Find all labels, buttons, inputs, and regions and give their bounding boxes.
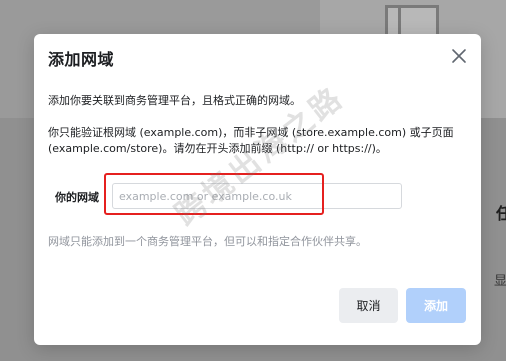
add-domain-dialog: 添加网域 添加你要关联到商务管理平台，且格式正确的网域。 你只能验证根网域 (e… — [34, 34, 481, 345]
add-button[interactable]: 添加 — [406, 288, 466, 323]
background-side-text-2: 显示 — [494, 274, 506, 289]
dialog-description-2: 你只能验证根网域 (example.com)，而非子网域 (store.exam… — [48, 126, 454, 155]
domain-input[interactable] — [112, 183, 402, 209]
dialog-title: 添加网域 — [48, 50, 115, 69]
close-icon — [452, 49, 466, 63]
close-button[interactable] — [447, 44, 471, 68]
background-side-text-1: 任何 — [496, 204, 506, 223]
cancel-button[interactable]: 取消 — [339, 288, 398, 323]
dialog-description-1: 添加你要关联到商务管理平台，且格式正确的网域。 — [48, 94, 301, 107]
domain-hint-text: 网域只能添加到一个商务管理平台，但可以和指定合作伙伴共享。 — [48, 235, 367, 248]
domain-field-label: 你的网域 — [55, 191, 99, 204]
domain-field-row: 你的网域 — [48, 181, 468, 211]
